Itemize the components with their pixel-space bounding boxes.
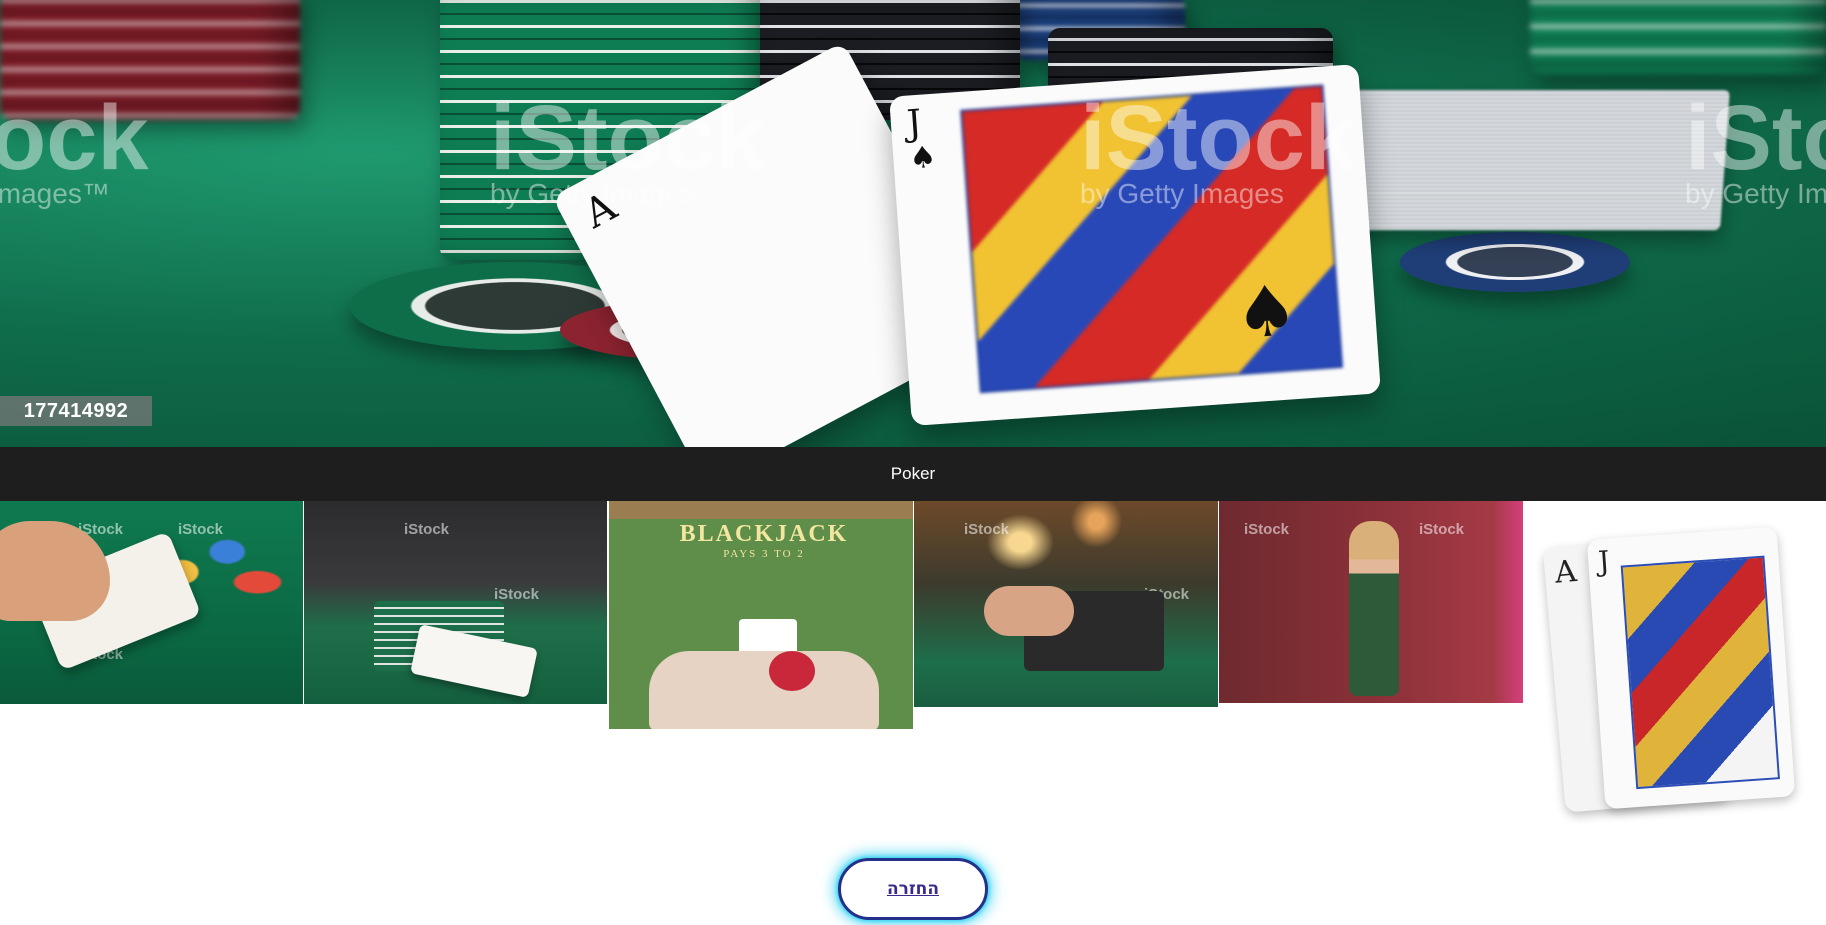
gallery-title: Poker bbox=[0, 447, 1826, 501]
hand-on-laptop bbox=[984, 586, 1074, 636]
jack-card-spade-big: ♠ bbox=[1232, 268, 1301, 356]
thumb-watermark: iStock bbox=[494, 586, 540, 603]
image-id-label: 177414992 bbox=[0, 396, 152, 426]
blackjack-table-text: BLACKJACK PAYS 3 TO 2 bbox=[639, 521, 889, 560]
thumbnail-2[interactable]: iStock iStock bbox=[304, 501, 607, 704]
woman-figure bbox=[1349, 521, 1399, 696]
thumb-watermark: iStock bbox=[178, 521, 224, 538]
thumb-watermark: iStock bbox=[1419, 521, 1465, 538]
red-chip-stack bbox=[769, 651, 815, 691]
thumb-watermark: iStock bbox=[964, 521, 1010, 538]
jack-of-spades-card: J ♠ ♠ bbox=[889, 64, 1381, 426]
chip-stack-red bbox=[0, 0, 300, 120]
flat-chip-right bbox=[1400, 232, 1630, 292]
thumbnail-1[interactable]: iStock iStock iStock iStock bbox=[0, 501, 303, 704]
dealt-cards bbox=[410, 624, 538, 698]
thumb-watermark: iStock bbox=[1244, 521, 1290, 538]
thumbnail-6[interactable]: A J bbox=[1524, 501, 1826, 836]
page: A J ♠ ♠ ock Images™ iStock by Getty Images… bbox=[0, 0, 1826, 925]
ace-card-rank: A bbox=[576, 183, 625, 238]
blackjack-label: BLACKJACK bbox=[679, 521, 849, 547]
thumbnail-5[interactable]: iStock iStock bbox=[1219, 501, 1523, 703]
jack-face bbox=[1620, 555, 1780, 790]
hands-with-chips bbox=[649, 651, 879, 729]
thumbnail-3[interactable]: BLACKJACK PAYS 3 TO 2 bbox=[609, 501, 913, 729]
thumb-watermark: iStock bbox=[404, 521, 450, 538]
thumbnail-4[interactable]: iStock iStock bbox=[914, 501, 1218, 707]
jack-card-white: J bbox=[1586, 526, 1796, 810]
card-deck bbox=[1325, 90, 1730, 230]
ace-rank: A bbox=[1553, 553, 1579, 591]
chip-stack-green-back bbox=[1530, 0, 1826, 75]
jack-rank: J bbox=[1597, 544, 1611, 579]
hero-image: A J ♠ ♠ ock Images™ iStock by Getty Images… bbox=[0, 0, 1826, 447]
back-button-area: החזרה bbox=[0, 850, 1826, 925]
jack-card-suit: ♠ bbox=[908, 139, 938, 177]
jack-card-rank: J bbox=[905, 102, 923, 145]
thumbnail-strip: iStock iStock iStock iStock iStock iStoc… bbox=[0, 501, 1826, 841]
back-button[interactable]: החזרה bbox=[838, 858, 988, 920]
pays-label: PAYS 3 TO 2 bbox=[723, 548, 805, 560]
